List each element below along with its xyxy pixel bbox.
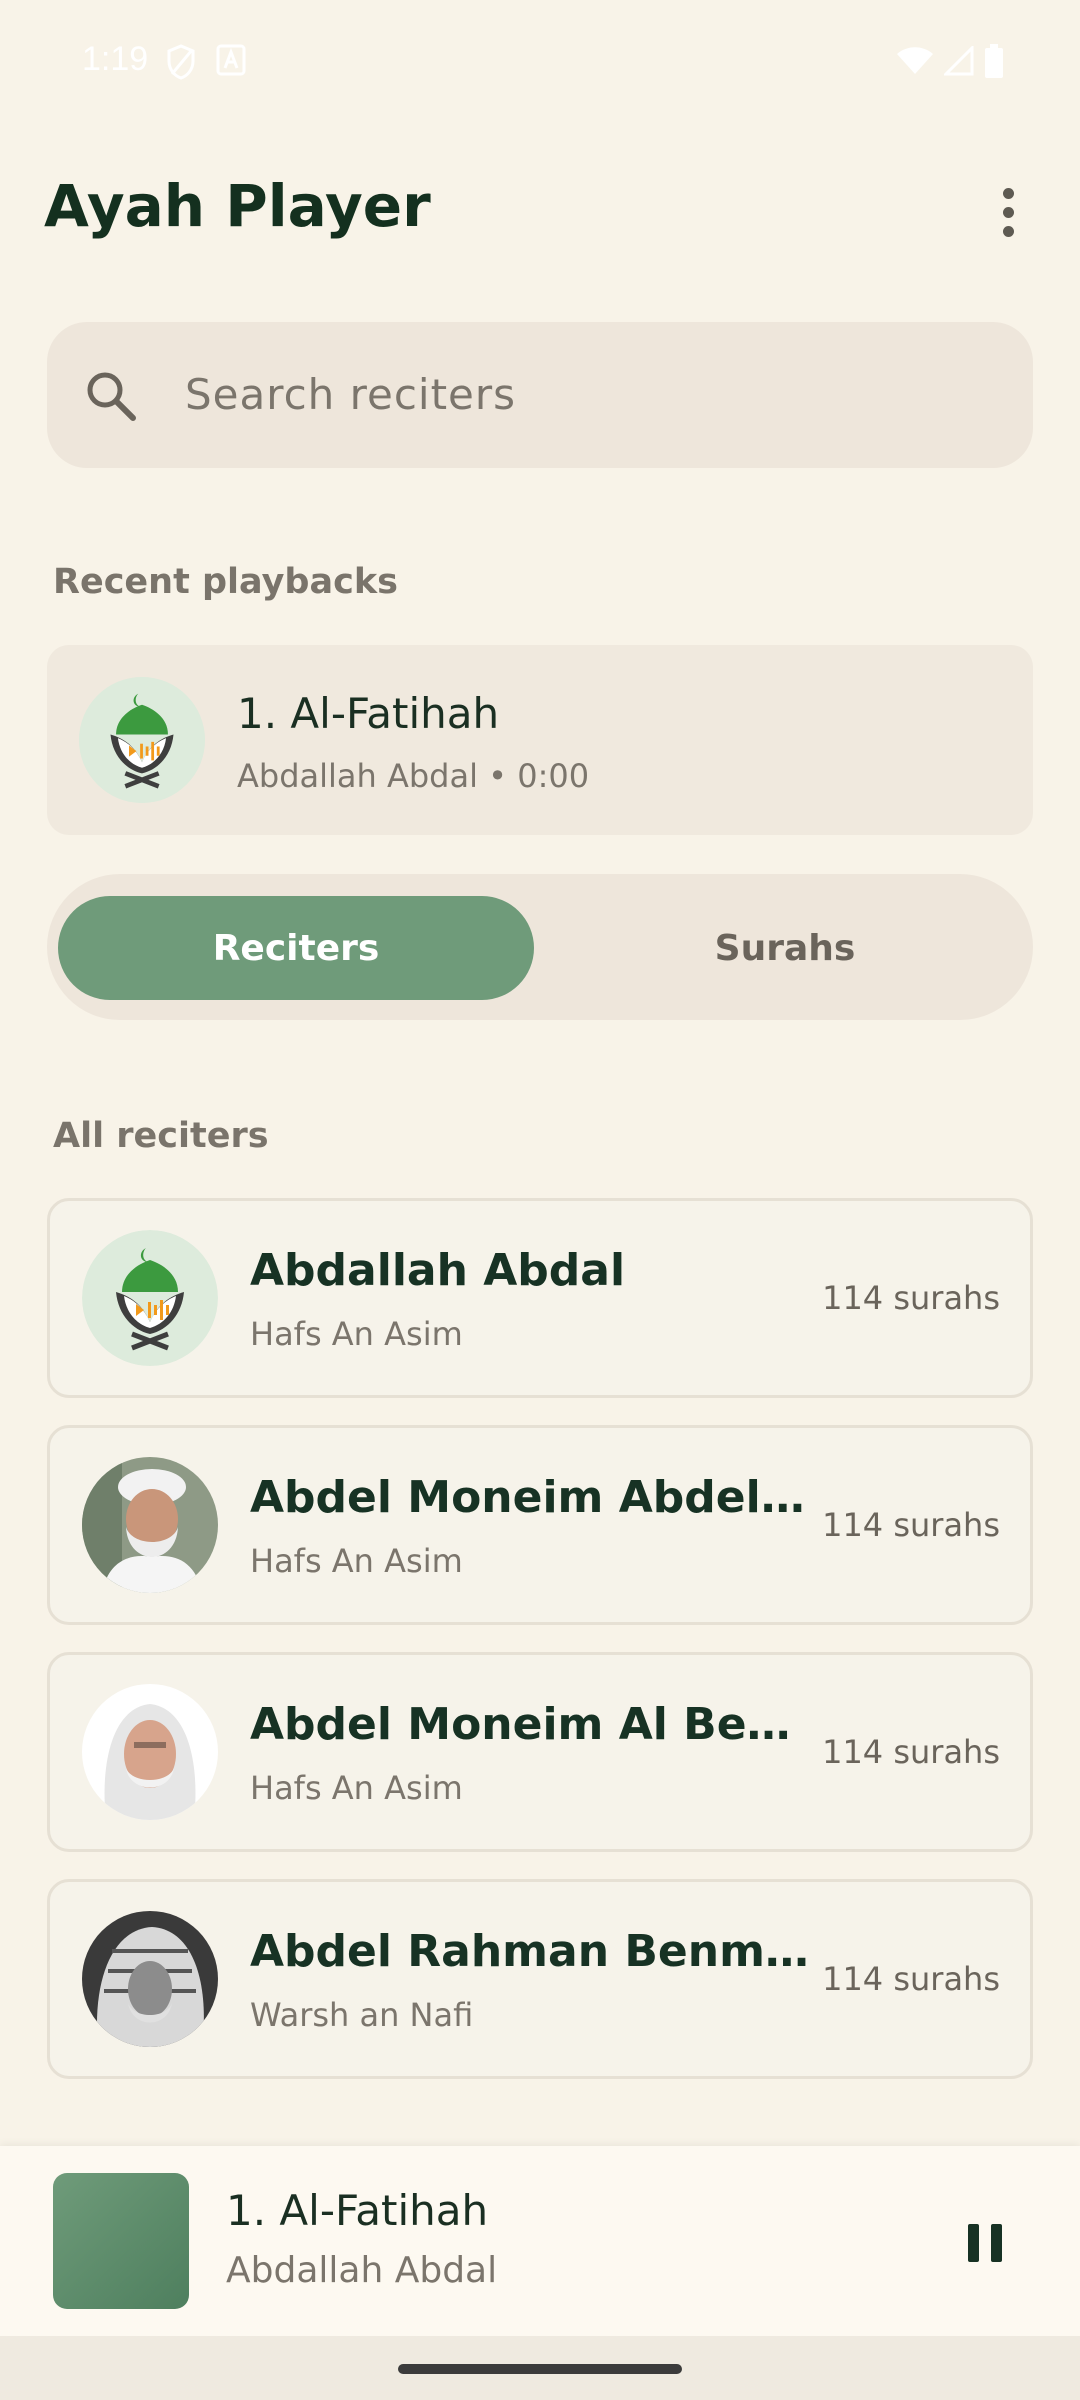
recent-item-subtitle: Abdallah Abdal • 0:00 [237, 757, 590, 795]
reciter-name: Abdel Moneim Al Behairy [250, 1699, 810, 1750]
reciter-avatar [82, 1684, 218, 1820]
reciter-item[interactable]: Abdel Rahman Benmoussa Warsh an Nafi 114… [47, 1879, 1033, 2079]
status-bar: 1:19 [0, 0, 1080, 128]
reciter-surah-count: 114 surahs [822, 1279, 1000, 1317]
all-reciters-label: All reciters [53, 1116, 269, 1156]
recent-item-title: 1. Al-Fatihah [237, 689, 500, 738]
tab-reciters[interactable]: Reciters [58, 896, 534, 1000]
reciter-rewayah: Hafs An Asim [250, 1542, 463, 1580]
app-logo-icon [82, 1230, 218, 1366]
reciter-surah-count: 114 surahs [822, 1960, 1000, 1998]
status-right-icons [896, 44, 1004, 78]
more-vert-dot [1002, 206, 1014, 218]
segmented-tabs: Reciters Surahs [47, 874, 1033, 1020]
reciter-item[interactable]: Abdel Moneim Al Behairy Hafs An Asim 114… [47, 1652, 1033, 1852]
more-vert-icon [1002, 187, 1014, 199]
app-title: Ayah Player [44, 172, 431, 240]
reciter-photo [82, 1457, 218, 1593]
app-logo-icon [79, 677, 205, 803]
now-playing-subtitle: Abdallah Abdal [226, 2250, 498, 2291]
reciter-item[interactable]: Abdallah Abdal Hafs An Asim 114 surahs [47, 1198, 1033, 1398]
home-indicator[interactable] [398, 2364, 682, 2374]
more-options-button[interactable] [986, 182, 1030, 242]
reciter-rewayah: Hafs An Asim [250, 1315, 463, 1353]
tab-surahs[interactable]: Surahs [547, 896, 1023, 1000]
reciter-avatar [82, 1457, 218, 1593]
pause-button[interactable] [950, 2208, 1020, 2278]
status-time: 1:19 [82, 40, 149, 78]
shield-icon [167, 44, 195, 80]
reciter-rewayah: Hafs An Asim [250, 1769, 463, 1807]
pause-icon [968, 2224, 979, 2262]
cell-signal-icon [944, 46, 974, 76]
reciter-name: Abdel Moneim Abdel Al Adl [250, 1472, 810, 1523]
reciter-avatar [82, 1911, 218, 2047]
search-icon [87, 372, 136, 421]
pause-icon-bar [991, 2224, 1002, 2262]
search-placeholder: Search reciters [185, 370, 517, 419]
reciter-photo [82, 1911, 218, 2047]
mini-player[interactable]: 1. Al-Fatihah Abdallah Abdal [0, 2146, 1080, 2336]
recent-playback-item[interactable]: 1. Al-Fatihah Abdallah Abdal • 0:00 [47, 645, 1033, 835]
wifi-icon [897, 47, 933, 74]
reciter-surah-count: 114 surahs [822, 1733, 1000, 1771]
reciter-rewayah: Warsh an Nafi [250, 1996, 474, 2034]
reciter-item[interactable]: Abdel Moneim Abdel Al Adl Hafs An Asim 1… [47, 1425, 1033, 1625]
reciter-avatar [82, 1230, 218, 1366]
status-left-icons [166, 44, 246, 80]
reciter-surah-count: 114 surahs [822, 1506, 1000, 1544]
recent-playbacks-label: Recent playbacks [53, 562, 398, 602]
now-playing-artwork [53, 2173, 189, 2309]
reciter-name: Abdallah Abdal [250, 1245, 626, 1296]
reciter-name: Abdel Rahman Benmoussa [250, 1926, 810, 1977]
more-vert-dot [1002, 225, 1014, 237]
now-playing-title: 1. Al-Fatihah [226, 2186, 489, 2235]
reciter-photo [82, 1684, 218, 1820]
battery-icon [985, 44, 1003, 78]
search-input[interactable]: Search reciters [47, 322, 1033, 468]
font-icon [216, 44, 246, 76]
